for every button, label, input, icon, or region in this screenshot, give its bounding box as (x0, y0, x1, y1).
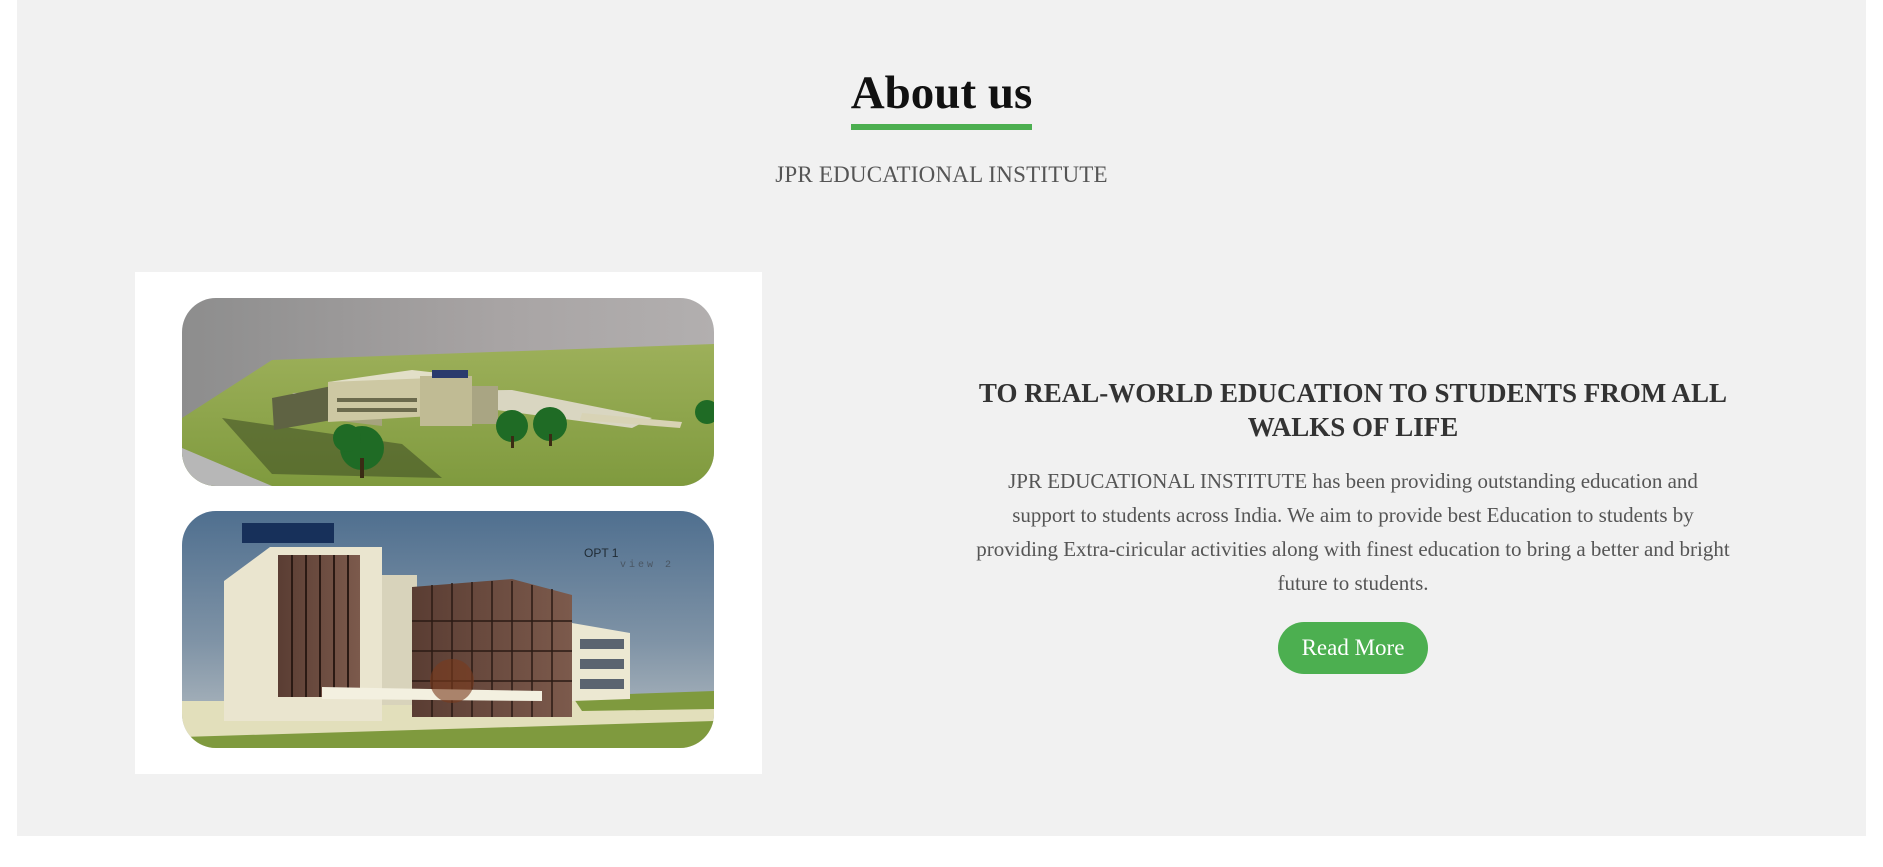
about-section: About us JPR EDUCATIONAL INSTITUTE OPT 1… (17, 0, 1866, 836)
page-title: About us (850, 64, 1033, 130)
building-front-illustration: OPT 1 view 2 (182, 511, 714, 748)
content-description: JPR EDUCATIONAL INSTITUTE has been provi… (976, 469, 1730, 595)
title-wrapper: About us (17, 64, 1866, 130)
campus-aerial-render (182, 298, 714, 486)
content-heading: TO REAL-WORLD EDUCATION TO STUDENTS FROM… (978, 378, 1728, 442)
render-view-label: view 2 (620, 559, 674, 571)
read-more-button[interactable]: Read More (1277, 622, 1429, 674)
building-front-render: OPT 1 view 2 (182, 511, 714, 748)
institute-subtitle: JPR EDUCATIONAL INSTITUTE (775, 162, 1108, 187)
about-content: TO REAL-WORLD EDUCATION TO STUDENTS FROM… (975, 376, 1731, 674)
render-option-label: OPT 1 (584, 546, 619, 560)
building-image-card: OPT 1 view 2 (135, 272, 762, 774)
campus-aerial-illustration (182, 298, 714, 486)
